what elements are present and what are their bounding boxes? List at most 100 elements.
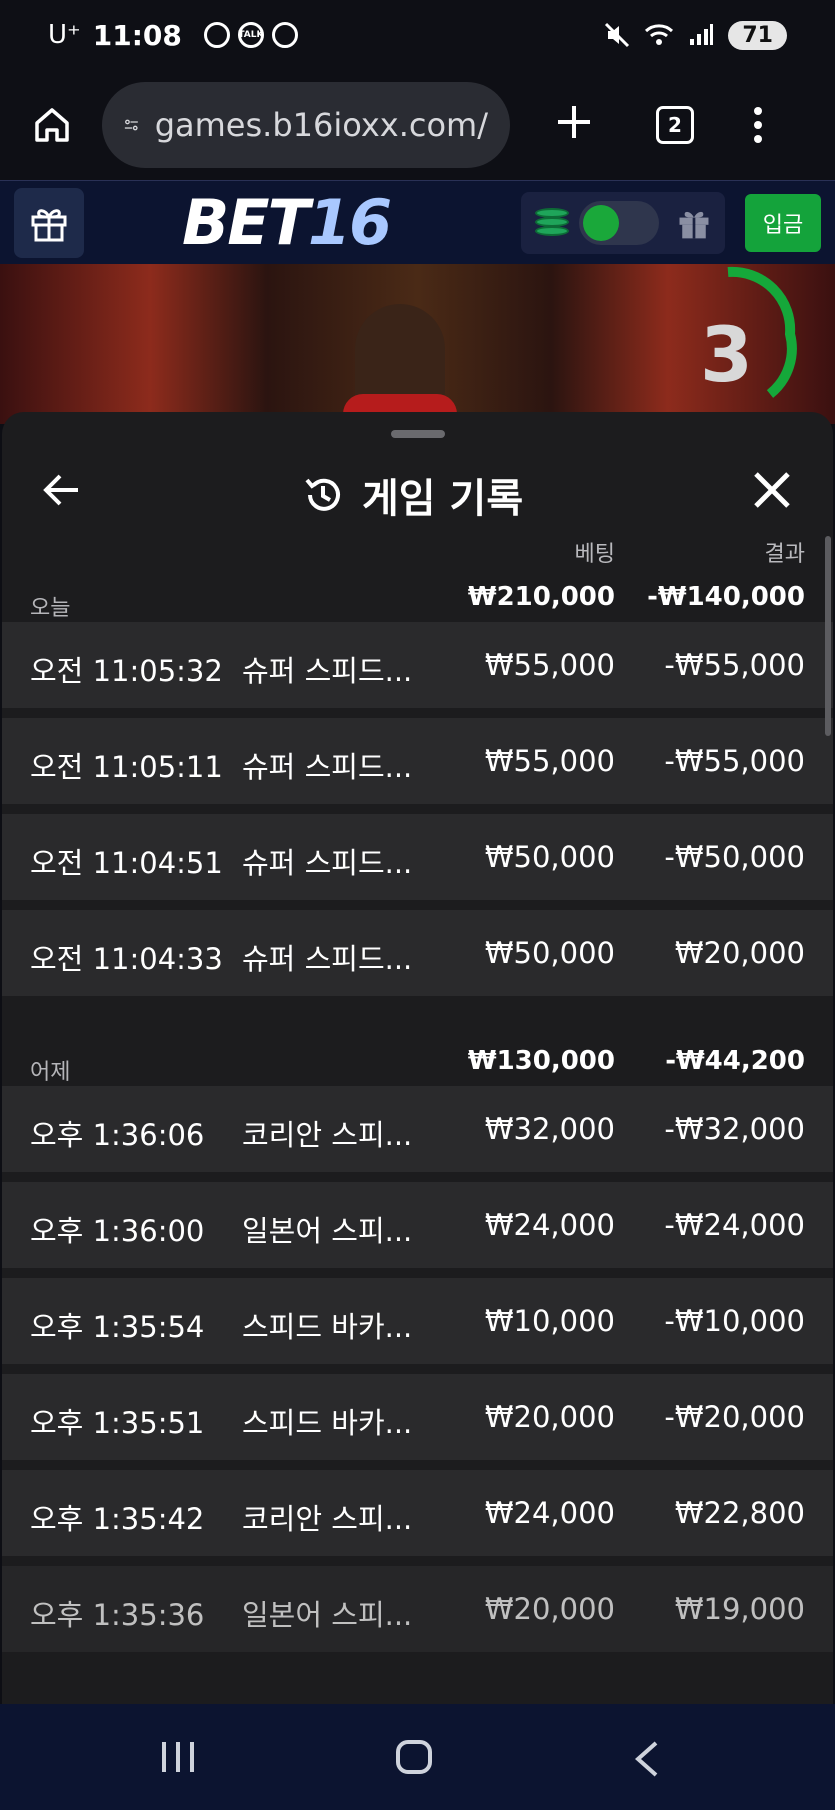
row-bet: ₩50,000 bbox=[484, 840, 615, 874]
history-row[interactable]: 오후 1:36:06 코리안 스피... ₩32,000 -₩32,000 bbox=[2, 1086, 833, 1172]
row-bet: ₩10,000 bbox=[484, 1304, 615, 1338]
column-header-bet: 베팅 bbox=[574, 542, 615, 567]
site-logo[interactable]: BET16 bbox=[182, 186, 392, 259]
menu-dot-icon bbox=[754, 135, 762, 143]
promotions-button[interactable] bbox=[14, 187, 84, 258]
row-game: 코리안 스피... bbox=[242, 1502, 413, 1536]
close-icon bbox=[754, 472, 790, 508]
home-icon bbox=[35, 108, 69, 142]
history-row[interactable]: 오전 11:04:33 슈퍼 스피드... ₩50,000 ₩20,000 bbox=[2, 910, 833, 996]
recent-apps-icon bbox=[162, 1742, 166, 1772]
group-header-yesterday: 어제 ₩130,000 -₩44,200 bbox=[2, 1030, 833, 1086]
row-game: 슈퍼 스피드... bbox=[242, 750, 413, 784]
menu-dot-icon bbox=[754, 107, 762, 115]
gift-icon[interactable] bbox=[675, 204, 713, 242]
kakaotalk-icon: TALK bbox=[237, 22, 264, 48]
url-text: games.b16ioxx.com/ bbox=[154, 106, 488, 144]
group-label: 어제 bbox=[30, 1060, 71, 1085]
arrow-left-icon bbox=[43, 474, 78, 506]
close-button[interactable] bbox=[750, 468, 794, 516]
history-row[interactable]: 오전 11:05:11 슈퍼 스피드... ₩55,000 -₩55,000 bbox=[2, 718, 833, 804]
status-right: 71 bbox=[604, 20, 787, 50]
column-headers: 베팅 결과 bbox=[2, 536, 833, 567]
home-nav-button[interactable] bbox=[396, 1740, 432, 1774]
countdown-number: 3 bbox=[700, 310, 753, 399]
home-button[interactable] bbox=[24, 97, 80, 153]
deposit-button[interactable]: 입금 bbox=[745, 193, 821, 252]
row-time: 오전 11:04:33 bbox=[30, 942, 223, 976]
clock: 11:08 bbox=[92, 18, 182, 52]
row-bet: ₩24,000 bbox=[484, 1208, 615, 1242]
row-time: 오후 1:36:06 bbox=[30, 1118, 205, 1152]
row-time: 오전 11:05:32 bbox=[30, 654, 223, 688]
mute-icon bbox=[605, 22, 630, 48]
row-result: -₩32,000 bbox=[664, 1112, 805, 1146]
history-icon bbox=[305, 478, 340, 511]
row-result: ₩22,800 bbox=[674, 1496, 805, 1530]
row-bet: ₩24,000 bbox=[484, 1496, 615, 1530]
logo-text-bet: BET bbox=[182, 186, 310, 259]
back-nav-button[interactable] bbox=[634, 1740, 660, 1782]
row-result: -₩24,000 bbox=[664, 1208, 805, 1242]
history-row[interactable]: 오후 1:36:00 일본어 스피... ₩24,000 -₩24,000 bbox=[2, 1182, 833, 1268]
row-result: ₩19,000 bbox=[674, 1592, 805, 1626]
column-header-result: 결과 bbox=[764, 542, 805, 567]
live-game-video: 3 bbox=[0, 264, 835, 424]
row-game: 스피드 바카... bbox=[242, 1310, 413, 1344]
tab-switcher-button[interactable]: 2 bbox=[656, 106, 694, 144]
tab-count: 2 bbox=[668, 113, 682, 137]
gift-icon bbox=[31, 208, 67, 241]
browser-toolbar: games.b16ioxx.com/ 2 bbox=[0, 70, 835, 180]
row-result: ₩20,000 bbox=[674, 936, 805, 970]
row-time: 오후 1:35:54 bbox=[30, 1310, 205, 1344]
group-bet-total: ₩210,000 bbox=[467, 582, 615, 612]
signal-icon bbox=[690, 24, 714, 45]
address-bar[interactable]: games.b16ioxx.com/ bbox=[102, 82, 510, 168]
row-bet: ₩20,000 bbox=[484, 1592, 615, 1626]
row-result: -₩55,000 bbox=[664, 648, 805, 682]
chevron-left-icon bbox=[634, 1741, 658, 1777]
scrollbar[interactable] bbox=[825, 536, 831, 736]
group-label: 오늘 bbox=[30, 596, 71, 621]
history-row[interactable]: 오후 1:35:36 일본어 스피... ₩20,000 ₩19,000 bbox=[2, 1566, 833, 1652]
group-result-total: -₩140,000 bbox=[647, 582, 805, 612]
row-game: 코리안 스피... bbox=[242, 1118, 413, 1152]
site-settings-icon[interactable] bbox=[124, 110, 139, 140]
recent-apps-icon bbox=[176, 1742, 180, 1772]
character-icon bbox=[271, 22, 298, 48]
history-row[interactable]: 오전 11:04:51 슈퍼 스피드... ₩50,000 -₩50,000 bbox=[2, 814, 833, 900]
group-header-today: 오늘 ₩210,000 -₩140,000 bbox=[2, 566, 833, 622]
row-time: 오전 11:05:11 bbox=[30, 750, 223, 784]
row-time: 오후 1:35:36 bbox=[30, 1598, 205, 1632]
carrier-label: U⁺ bbox=[48, 20, 81, 50]
dealer-figure bbox=[343, 304, 457, 424]
history-row[interactable]: 오후 1:35:42 코리안 스피... ₩24,000 ₩22,800 bbox=[2, 1470, 833, 1556]
row-result: -₩20,000 bbox=[664, 1400, 805, 1434]
notification-icons: TALK bbox=[203, 22, 298, 48]
history-row[interactable]: 오후 1:35:51 스피드 바카... ₩20,000 -₩20,000 bbox=[2, 1374, 833, 1460]
row-game: 슈퍼 스피드... bbox=[242, 654, 413, 688]
status-left: U⁺ 11:08 TALK bbox=[48, 19, 298, 52]
balance-toggle[interactable] bbox=[579, 200, 659, 245]
sheet-header: 게임 기록 bbox=[2, 448, 833, 538]
row-bet: ₩50,000 bbox=[484, 936, 615, 970]
row-bet: ₩55,000 bbox=[484, 648, 615, 682]
row-bet: ₩32,000 bbox=[484, 1112, 615, 1146]
wifi-icon bbox=[645, 24, 674, 45]
battery-level: 71 bbox=[728, 20, 787, 50]
back-button[interactable] bbox=[42, 472, 82, 512]
sheet-drag-handle[interactable] bbox=[391, 430, 445, 438]
history-row[interactable]: 오후 1:35:54 스피드 바카... ₩10,000 -₩10,000 bbox=[2, 1278, 833, 1364]
system-nav-bar bbox=[0, 1704, 835, 1810]
recent-apps-button[interactable] bbox=[162, 1742, 194, 1772]
plus-icon bbox=[558, 106, 590, 138]
new-tab-button[interactable] bbox=[546, 95, 602, 155]
group-result-total: -₩44,200 bbox=[665, 1046, 805, 1076]
row-bet: ₩20,000 bbox=[484, 1400, 615, 1434]
browser-menu-button[interactable] bbox=[754, 107, 762, 143]
row-game: 스피드 바카... bbox=[242, 1406, 413, 1440]
sheet-title: 게임 기록 bbox=[362, 476, 524, 522]
history-row[interactable]: 오전 11:05:32 슈퍼 스피드... ₩55,000 -₩55,000 bbox=[2, 622, 833, 708]
game-history-sheet: 게임 기록 베팅 결과 오늘 ₩210,000 -₩140,000 오전 11:… bbox=[2, 412, 833, 1704]
row-game: 일본어 스피... bbox=[242, 1214, 413, 1248]
